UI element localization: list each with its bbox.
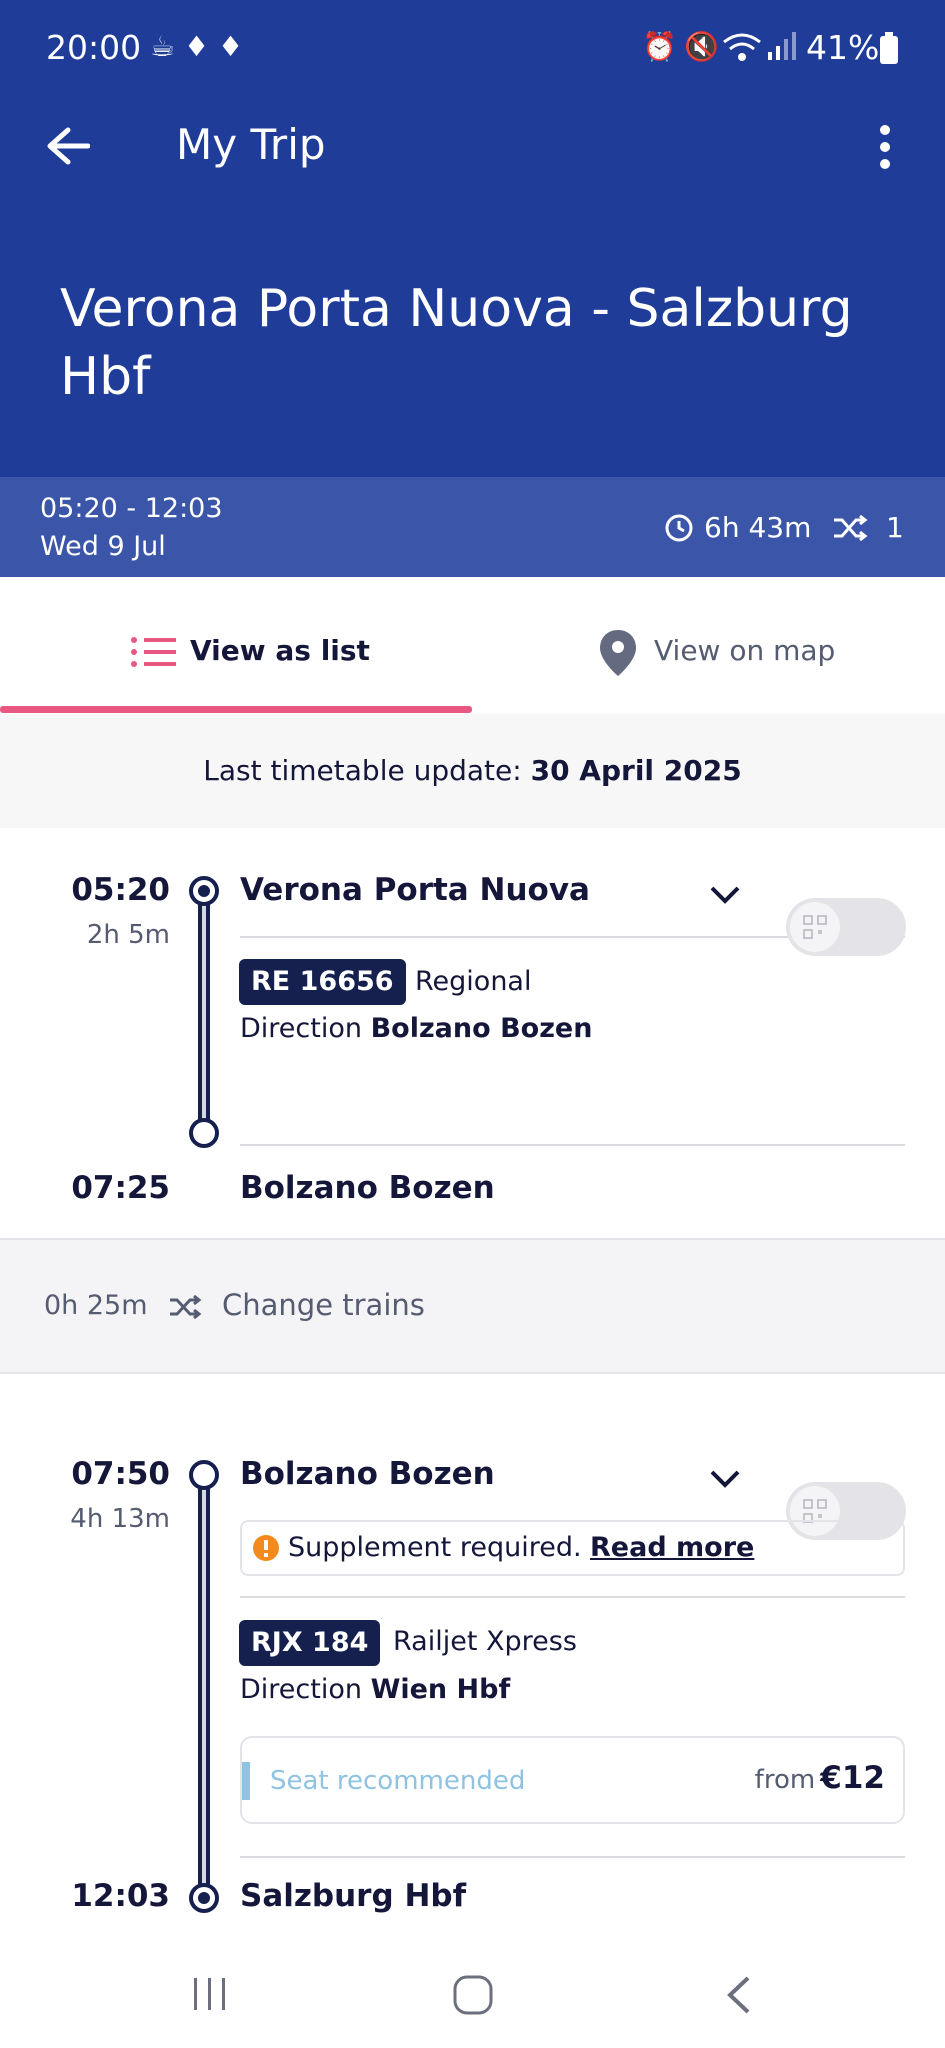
leg-2-destination-node — [189, 1883, 219, 1913]
leg-1-train-number: RE 16656 — [239, 959, 406, 1005]
leg-2-origin-station: Bolzano Bozen — [240, 1456, 495, 1492]
system-back-icon[interactable] — [724, 1974, 754, 2016]
leg-1-train-type: Regional — [415, 966, 532, 997]
trip-duration: 6h 43m — [704, 511, 812, 544]
leg-2-train-number: RJX 184 — [239, 1620, 381, 1666]
leg-2-card: 07:50 4h 13m Bolzano Bozen Supplement re… — [0, 1374, 945, 1944]
leg-1-departure-time: 05:20 — [71, 872, 170, 908]
seat-label: Seat recommended — [270, 1766, 526, 1796]
trip-summary: 05:20 - 12:03 Wed 9 Jul 6h 43m 1 — [0, 477, 945, 577]
leg-1-direction-prefix: Direction — [240, 1013, 362, 1044]
leg-2-departure-time: 07:50 — [71, 1456, 170, 1492]
seat-recommendation[interactable]: Seat recommended from €12 — [240, 1736, 905, 1824]
leg-2-direction: Direction Wien Hbf — [240, 1674, 510, 1705]
recent-apps-icon[interactable] — [190, 1974, 230, 2014]
leg-1-arrival-time: 07:25 — [71, 1170, 170, 1206]
signal-icon — [768, 32, 796, 60]
change-duration: 0h 25m — [44, 1290, 148, 1321]
notification-icons: ☕ ♦ ♦ — [150, 30, 244, 63]
leg-1-destination-station: Bolzano Bozen — [240, 1170, 495, 1206]
read-more-link[interactable]: Read more — [590, 1532, 754, 1563]
shuffle-icon — [834, 515, 868, 541]
seat-price-value: €12 — [820, 1760, 885, 1796]
leg-1-timeline — [198, 892, 210, 1132]
app-bar: My Trip — [0, 100, 945, 215]
timetable-update-label: Last timetable update: — [203, 754, 522, 787]
leg-2-direction-station: Wien Hbf — [370, 1674, 511, 1705]
leg-1-ticket-toggle[interactable] — [786, 898, 906, 956]
clock-icon — [665, 514, 693, 542]
tab-active-indicator — [0, 706, 472, 713]
leg-2-duration: 4h 13m — [70, 1504, 170, 1534]
back-arrow-icon[interactable] — [46, 126, 90, 166]
timetable-update-date: 30 April 2025 — [530, 754, 742, 787]
leg-1-destination-node — [189, 1118, 219, 1148]
overflow-menu-icon[interactable] — [876, 124, 894, 170]
change-section: 0h 25m Change trains — [0, 1238, 945, 1374]
leg-2-arrival-time: 12:03 — [71, 1878, 170, 1914]
tab-view-as-list[interactable]: View as list — [0, 594, 472, 714]
leg-1-card: 05:20 2h 5m Verona Porta Nuova RE 16656 … — [0, 828, 945, 1238]
battery-icon — [880, 32, 898, 64]
leg-1-direction: Direction Bolzano Bozen — [240, 1013, 592, 1044]
battery-percent: 41% — [806, 28, 880, 67]
wifi-icon — [723, 33, 761, 61]
divider — [240, 1856, 905, 1858]
view-tabs: View as list View on map — [0, 594, 945, 714]
trip-times: 05:20 - 12:03 — [40, 493, 223, 524]
status-bar: 20:00 ☕ ♦ ♦ ⏰ 🔇 41% — [0, 0, 945, 100]
tab-map-label: View on map — [654, 634, 836, 667]
seat-price-prefix: from — [754, 1765, 816, 1795]
seat-price: from €12 — [755, 1760, 885, 1796]
leg-1-duration: 2h 5m — [86, 920, 170, 950]
leg-2-train-type: Railjet Xpress — [393, 1626, 577, 1657]
leg-1-origin-node — [189, 876, 219, 906]
leg-2-origin-node — [189, 1460, 219, 1490]
leg-1-origin-station: Verona Porta Nuova — [240, 872, 590, 908]
chevron-down-icon[interactable] — [708, 884, 742, 906]
leg-2-destination-station: Salzburg Hbf — [240, 1878, 467, 1914]
map-pin-icon — [600, 630, 636, 676]
system-nav-bar — [0, 1944, 945, 2048]
trip-date: Wed 9 Jul — [40, 531, 166, 562]
divider — [240, 1144, 905, 1146]
timetable-update: Last timetable update: 30 April 2025 — [0, 754, 945, 787]
divider — [240, 1596, 905, 1598]
leg-2-timeline — [198, 1474, 210, 1894]
leg-1-direction-station: Bolzano Bozen — [370, 1013, 593, 1044]
route-title: Verona Porta Nuova - Salzburg Hbf — [60, 279, 853, 407]
alarm-icon: ⏰ — [642, 30, 677, 63]
qr-code-icon — [803, 915, 827, 939]
list-icon — [131, 637, 176, 667]
change-label: Change trains — [222, 1288, 425, 1322]
route-header: Verona Porta Nuova - Salzburg Hbf — [0, 215, 945, 477]
screen-title: My Trip — [176, 120, 326, 169]
status-time: 20:00 — [46, 28, 142, 67]
shuffle-icon — [170, 1295, 202, 1319]
tab-list-label: View as list — [190, 634, 370, 667]
warning-icon — [253, 1535, 279, 1561]
chevron-down-icon[interactable] — [708, 1468, 742, 1490]
supplement-notice: Supplement required. Read more — [240, 1520, 905, 1576]
supplement-text: Supplement required. — [288, 1532, 582, 1563]
mute-icon: 🔇 — [684, 30, 719, 63]
trip-changes: 1 — [886, 511, 904, 544]
timetable-notice: Last timetable update: 30 April 2025 — [0, 714, 945, 828]
tab-view-on-map[interactable]: View on map — [472, 594, 945, 714]
leg-2-direction-prefix: Direction — [240, 1674, 362, 1705]
seat-accent-bar — [242, 1762, 250, 1800]
home-icon[interactable] — [452, 1974, 494, 2016]
